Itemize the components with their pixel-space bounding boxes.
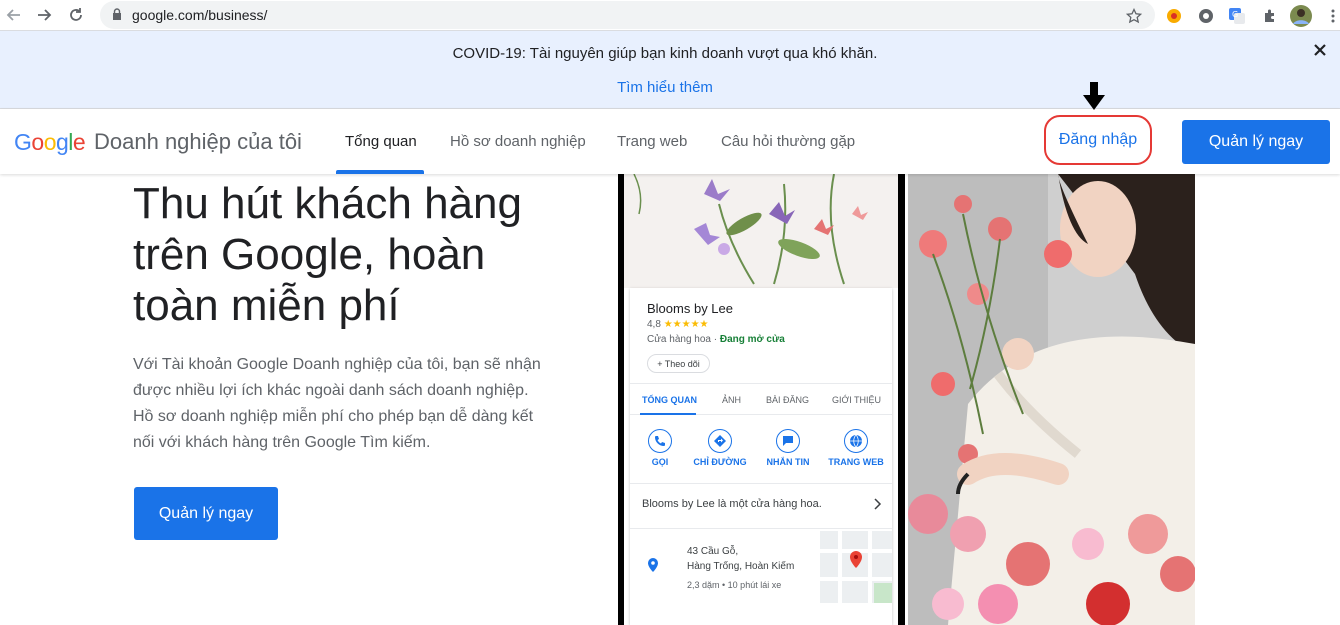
address-block: 43 Cầu Gỗ, Hàng Trống, Hoàn Kiếm 2,3 dặm… [687,544,794,593]
logo-letter: G [14,129,32,155]
browser-toolbar: google.com/business/ G [0,0,1340,31]
website-action[interactable]: TRANG WEB [826,429,886,467]
active-tab-indicator [336,170,424,174]
directions-label: CHỈ ĐƯỜNG [693,457,747,467]
url-text: google.com/business/ [132,7,268,23]
florist-photo [908,174,1195,625]
learn-more-link[interactable]: Tìm hiểu thêm [0,79,1330,96]
address-line1: 43 Cầu Gỗ, [687,546,739,557]
menu-dots-icon[interactable] [1322,5,1340,27]
address-bar[interactable]: google.com/business/ [100,1,1155,29]
logo-letter: o [43,129,57,155]
covid-banner: COVID-19: Tài nguyên giúp bạn kinh doanh… [0,31,1340,109]
follow-button[interactable]: + Theo dõi [647,354,710,373]
about-text: Blooms by Lee là một cửa hàng hoa. [642,498,822,510]
location-pin-icon [648,558,658,577]
svg-text:G: G [1232,10,1238,19]
flowers-image [624,174,898,288]
phone-screen: Blooms by Lee 4,8 ★★★★★ Cửa hàng hoa · Đ… [624,174,898,625]
listing-tab-indicator [640,413,696,415]
directions-action[interactable]: CHỈ ĐƯỜNG [690,429,750,467]
rating-value: 4,8 [647,319,661,330]
hero-manage-button[interactable]: Quản lý ngay [134,487,278,540]
message-icon [776,429,800,453]
category-line: Cửa hàng hoa · Đang mở cửa [647,334,785,345]
tab-website[interactable]: Trang web [617,133,687,150]
listing-tab-about[interactable]: GIỚI THIỆU [832,395,881,405]
tab-faq[interactable]: Câu hỏi thường gặp [721,133,855,150]
rating: 4,8 ★★★★★ [647,319,709,330]
logo-letter: e [72,129,86,155]
google-logo[interactable]: Google [14,129,86,156]
banner-text: COVID-19: Tài nguyên giúp bạn kinh doanh… [452,45,878,62]
site-header: Google Doanh nghiệp của tôi Tổng quan Hồ… [0,109,1340,174]
translate-icon[interactable]: G [1226,5,1248,27]
profile-avatar-icon[interactable] [1290,5,1312,27]
close-icon[interactable] [1309,39,1331,61]
category-text: Cửa hàng hoa · [647,334,720,345]
about-row[interactable]: Blooms by Lee là một cửa hàng hoa. [630,483,892,529]
address-line2: Hàng Trống, Hoàn Kiếm [687,561,795,572]
logo-letter: o [31,129,44,155]
listing-tab-posts[interactable]: BÀI ĐĂNG [766,395,809,405]
open-status: Đang mở cửa [719,334,785,345]
listing-tab-photos[interactable]: ẢNH [722,395,741,405]
directions-icon [708,429,732,453]
manage-now-button[interactable]: Quản lý ngay [1182,120,1330,164]
forward-icon[interactable] [32,3,56,27]
globe-icon [844,429,868,453]
eye-extension-icon[interactable] [1195,5,1217,27]
phone-icon [648,429,672,453]
bookmark-star-icon[interactable] [1123,5,1145,27]
tab-overview[interactable]: Tổng quan [345,133,417,150]
message-action[interactable]: NHẮN TIN [758,429,818,467]
product-name: Doanh nghiệp của tôi [94,129,302,154]
rating-stars: ★★★★★ [663,319,709,330]
listing-tab-overview[interactable]: TỔNG QUAN [642,395,697,405]
tab-business-profile[interactable]: Hồ sơ doanh nghiệp [450,133,586,150]
back-icon[interactable] [2,3,26,27]
business-listing-card: Blooms by Lee 4,8 ★★★★★ Cửa hàng hoa · Đ… [630,288,892,625]
message-label: NHẮN TIN [766,457,810,467]
chevron-right-icon [874,497,882,515]
puzzle-icon[interactable] [1259,5,1281,27]
call-label: GỌI [651,457,669,467]
listing-tabs: TỔNG QUAN ẢNH BÀI ĐĂNG GIỚI THIỆU [630,383,892,415]
hero-title: Thu hút khách hàng trên Google, hoàn toà… [133,179,522,330]
arrow-down-icon [1083,82,1105,115]
website-label: TRANG WEB [828,457,884,467]
extension-icon[interactable] [1163,5,1185,27]
logo-letter: g [55,129,69,155]
lock-icon [112,7,122,23]
business-name: Blooms by Lee [647,301,733,316]
distance: 2,3 dặm • 10 phút lái xe [687,580,782,590]
sign-in-button[interactable]: Đăng nhập [1044,115,1152,165]
phone-mockup: Blooms by Lee 4,8 ★★★★★ Cửa hàng hoa · Đ… [618,174,905,625]
mini-map[interactable] [820,531,892,603]
call-action[interactable]: GỌI [630,429,690,467]
hero-description: Với Tài khoản Google Doanh nghiệp của tô… [133,356,541,451]
reload-icon[interactable] [64,3,88,27]
